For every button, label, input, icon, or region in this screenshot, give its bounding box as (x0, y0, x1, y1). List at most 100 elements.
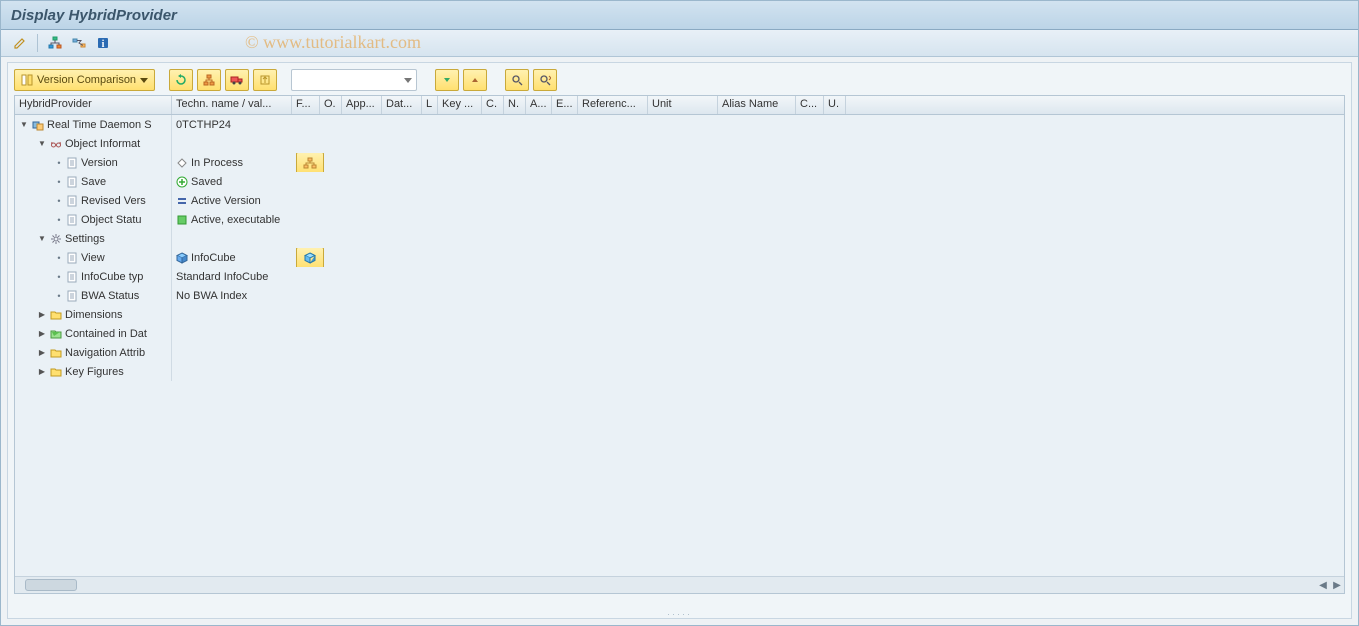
tree-row[interactable]: •Revised VersActive Version (15, 191, 1344, 210)
resize-handle[interactable]: ····· (667, 609, 692, 619)
tree-row[interactable]: ▶Dimensions (15, 305, 1344, 324)
bullet-icon: • (55, 272, 63, 282)
find-next-button[interactable] (533, 69, 557, 91)
tree-node-label: View (81, 252, 105, 264)
column-header-l[interactable]: L (422, 96, 438, 114)
tree-node-label: Revised Vers (81, 195, 146, 207)
tech-value-cell: Active, executable (172, 210, 292, 229)
tree-row[interactable]: •VersionIn Process (15, 153, 1344, 172)
tree-row[interactable]: ▼ Object Informat (15, 134, 1344, 153)
collapse-icon[interactable]: ▼ (37, 234, 47, 244)
column-header-alias[interactable]: Alias Name (718, 96, 796, 114)
column-header-app[interactable]: App... (342, 96, 382, 114)
version-comparison-label: Version Comparison (37, 74, 136, 86)
tree-row[interactable]: • InfoCube typ Standard InfoCube (15, 267, 1344, 286)
find-button[interactable] (505, 69, 529, 91)
bullet-icon: • (55, 291, 63, 301)
column-header-n[interactable]: N. (504, 96, 526, 114)
tree-node-label: InfoCube typ (81, 271, 143, 283)
expand-icon[interactable]: ▶ (37, 329, 47, 339)
column-header-name[interactable]: HybridProvider (15, 96, 172, 114)
tree-row[interactable]: • View InfoCube (15, 248, 1344, 267)
scroll-right-button[interactable]: ▶ (1330, 578, 1344, 592)
column-header-tech[interactable]: Techn. name / val... (172, 96, 292, 114)
bullet-icon: • (55, 253, 63, 263)
sort-up-button[interactable] (463, 69, 487, 91)
folder-icon (50, 328, 62, 340)
tree-node-label: Object Informat (65, 138, 140, 150)
tree-row[interactable]: ▶Contained in Dat (15, 324, 1344, 343)
tree-row[interactable]: •BWA StatusNo BWA Index (15, 286, 1344, 305)
glasses-icon (50, 138, 62, 150)
scrollbar-thumb[interactable] (25, 579, 77, 591)
tree-row[interactable]: ▼Settings (15, 229, 1344, 248)
column-header-ref[interactable]: Referenc... (578, 96, 648, 114)
truck-icon (230, 74, 244, 86)
status-chip[interactable] (296, 153, 324, 172)
action-cell (292, 210, 332, 229)
title-bar: Display HybridProvider (1, 1, 1358, 30)
action-cell (292, 229, 332, 248)
column-header-e[interactable]: E... (552, 96, 578, 114)
column-header-o[interactable]: O. (320, 96, 342, 114)
flow-button[interactable] (70, 34, 88, 52)
column-header-c2[interactable]: C... (796, 96, 824, 114)
transport-button[interactable] (225, 69, 249, 91)
action-cell (292, 343, 332, 362)
export-icon (259, 74, 271, 86)
action-cell (292, 324, 332, 343)
tree-node-label: Real Time Daemon S (47, 119, 152, 131)
column-header-a[interactable]: A... (526, 96, 552, 114)
info-button[interactable]: i (94, 34, 112, 52)
cube-chip[interactable] (296, 248, 324, 267)
tree-node-label-cell: ▶Dimensions (15, 305, 172, 324)
app-window: Display HybridProvider i © www.tutorialk… (0, 0, 1359, 626)
column-header-c[interactable]: C. (482, 96, 504, 114)
tech-value-cell: No BWA Index (172, 286, 292, 305)
filter-dropdown[interactable] (291, 69, 417, 91)
tree-row[interactable]: ▼Real Time Daemon S0TCTHP24 (15, 115, 1344, 134)
expand-icon[interactable]: ▶ (37, 348, 47, 358)
tree-grid[interactable]: ▼Real Time Daemon S0TCTHP24▼Object Infor… (14, 115, 1345, 594)
column-header-f[interactable]: F... (292, 96, 320, 114)
scroll-left-button[interactable]: ◀ (1316, 578, 1330, 592)
plus-circle-icon (176, 176, 188, 188)
tech-value: No BWA Index (176, 290, 247, 302)
collapse-icon[interactable]: ▼ (37, 139, 47, 149)
tree-node-label-cell: •Save (15, 172, 172, 191)
action-cell (292, 286, 332, 305)
provider-icon (32, 119, 44, 131)
column-header-dat[interactable]: Dat... (382, 96, 422, 114)
bullet-icon: • (55, 158, 63, 168)
tree-row[interactable]: •SaveSaved (15, 172, 1344, 191)
tech-value-cell: Standard InfoCube (172, 267, 292, 286)
column-header-u[interactable]: U. (824, 96, 846, 114)
column-header-unit[interactable]: Unit (648, 96, 718, 114)
chevron-down-icon (404, 78, 412, 83)
tree-row[interactable]: ▶Key Figures (15, 362, 1344, 381)
search-next-icon (539, 74, 551, 86)
expand-icon[interactable]: ▶ (37, 367, 47, 377)
gear-icon (50, 233, 62, 245)
edit-button[interactable] (11, 34, 29, 52)
action-cell (292, 362, 332, 381)
pencil-icon (13, 36, 27, 50)
tech-value: Active Version (191, 195, 261, 207)
column-header-key[interactable]: Key ... (438, 96, 482, 114)
refresh-icon (175, 74, 187, 86)
tree-row[interactable]: ▶Navigation Attrib (15, 343, 1344, 362)
sort-down-button[interactable] (435, 69, 459, 91)
horizontal-scrollbar[interactable]: ◀ ▶ (15, 576, 1344, 593)
hierarchy-icon (48, 36, 62, 50)
expand-icon[interactable]: ▶ (37, 310, 47, 320)
refresh-button[interactable] (169, 69, 193, 91)
hierarchy-button[interactable] (46, 34, 64, 52)
collapse-icon[interactable]: ▼ (19, 120, 29, 130)
hierarchy-small-button[interactable] (197, 69, 221, 91)
tech-value-cell: InfoCube (172, 248, 292, 267)
tree-row[interactable]: •Object StatuActive, executable (15, 210, 1344, 229)
action-cell (292, 153, 332, 172)
export-button[interactable] (253, 69, 277, 91)
content-panel: Version Comparison HybridProviderTechn. … (7, 62, 1352, 619)
version-comparison-button[interactable]: Version Comparison (14, 69, 155, 91)
